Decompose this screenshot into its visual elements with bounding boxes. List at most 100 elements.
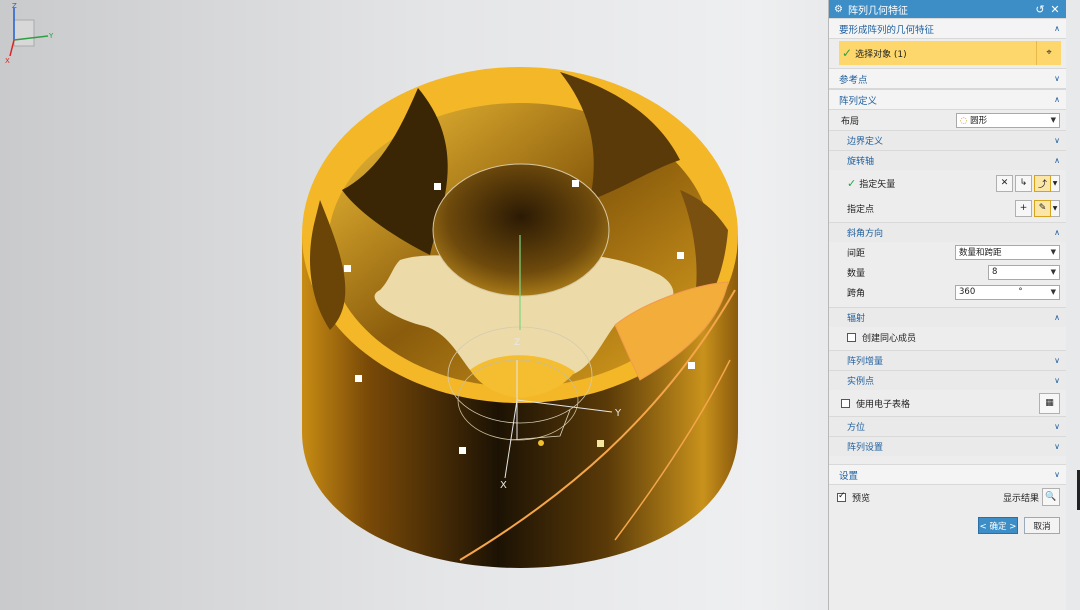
subsection-pattern-settings[interactable]: 阵列设置 ∨ (829, 436, 1066, 456)
span-angle-value: 360 (959, 287, 976, 297)
chevron-up-icon: ∧ (1054, 24, 1060, 33)
cancel-button[interactable]: 取消 (1024, 517, 1060, 534)
subsection-instance-point[interactable]: 实例点 ∨ (829, 370, 1066, 390)
chevron-down-icon: ∨ (1054, 376, 1060, 385)
count-input[interactable]: 8 ▼ (988, 264, 1060, 280)
span-angle-input[interactable]: 360 ° ▼ (955, 284, 1060, 300)
count-label: 数量 (847, 268, 866, 279)
span-angle-unit: ° (1018, 287, 1023, 297)
dialog-buttons: < 确定 > 取消 (829, 509, 1066, 534)
spreadsheet-label: 使用电子表格 (856, 399, 911, 410)
chevron-up-icon: ∧ (1054, 228, 1060, 237)
close-icon[interactable]: ✕ (1049, 3, 1061, 16)
axis-label-x: X (500, 480, 507, 491)
pattern-feature-dialog: ⚙ 阵列几何特征 ↺ ✕ 要形成阵列的几何特征 ∧ ✓ 选择对象 (1) ⌖ 参… (828, 0, 1066, 610)
dialog-titlebar: ⚙ 阵列几何特征 ↺ ✕ (829, 0, 1066, 18)
axis-label-z: Z (514, 338, 520, 348)
section-pattern-definition[interactable]: 阵列定义 ∧ (829, 89, 1066, 110)
subsection-pattern-increment[interactable]: 阵列增量 ∨ (829, 350, 1066, 370)
dropdown-arrow-icon: ▼ (1050, 268, 1056, 276)
section-settings[interactable]: 设置 ∨ (829, 464, 1066, 485)
chevron-down-icon: ∨ (1054, 136, 1060, 145)
check-icon: ✓ (847, 176, 857, 190)
concentric-label: 创建同心成员 (862, 333, 917, 344)
reverse-direction-icon[interactable]: ✕ (996, 174, 1013, 192)
inferred-vector-icon[interactable]: ⤴ (1034, 174, 1051, 192)
chevron-down-icon: ∨ (1054, 442, 1060, 451)
inferred-point-icon[interactable]: ✎ (1034, 199, 1051, 217)
subsection-boundary[interactable]: 边界定义 ∨ (829, 130, 1066, 150)
rotation-axis-label: 旋转轴 (847, 157, 875, 167)
dropdown-arrow-icon: ▼ (1050, 288, 1056, 296)
vector-dialog-icon[interactable]: ↳ (1015, 174, 1032, 192)
chevron-up-icon: ∧ (1054, 313, 1060, 322)
count-value: 8 (992, 267, 998, 277)
spacing-label: 间距 (847, 248, 866, 259)
dropdown-arrow-icon[interactable]: ▼ (1051, 174, 1060, 192)
check-icon: ✓ (842, 46, 853, 60)
pattern-settings-label: 阵列设置 (847, 443, 884, 453)
chevron-down-icon: ∨ (1054, 74, 1060, 83)
section-reference-point[interactable]: 参考点 ∨ (829, 68, 1066, 89)
layout-label: 布局 (841, 116, 860, 127)
subsection-angular-direction[interactable]: 斜角方向 ∧ (829, 222, 1066, 242)
pattern-increment-label: 阵列增量 (847, 357, 884, 367)
section-pattern-definition-label: 阵列定义 (839, 95, 878, 107)
span-angle-label: 跨角 (847, 288, 866, 299)
triad-x-label: X (5, 57, 10, 65)
angular-direction-label: 斜角方向 (847, 229, 884, 239)
radiate-label: 辐射 (847, 314, 866, 324)
dropdown-arrow-icon[interactable]: ▼ (1051, 199, 1060, 217)
graphics-viewport[interactable]: Z Y X Z Y X (0, 0, 828, 610)
count-row: 数量 8 ▼ (829, 262, 1066, 282)
ok-button[interactable]: < 确定 > (978, 517, 1018, 534)
select-object-row[interactable]: ✓ 选择对象 (1) ⌖ (839, 41, 1061, 65)
dropdown-arrow-icon: ▼ (1050, 116, 1056, 124)
preview-checkbox[interactable] (837, 491, 846, 502)
magnifier-icon[interactable]: 🔍 (1042, 488, 1060, 506)
triad-y-label: Y (48, 32, 54, 40)
chevron-up-icon: ∧ (1054, 156, 1060, 165)
dropdown-arrow-icon: ▼ (1050, 248, 1056, 256)
crosshair-icon[interactable]: ⌖ (1036, 41, 1061, 65)
spreadsheet-icon[interactable]: ▦ (1039, 392, 1060, 414)
specify-point-label: 指定点 (847, 204, 875, 215)
spacing-value: 数量和跨距 (959, 248, 1002, 258)
section-features-label: 要形成阵列的几何特征 (839, 24, 935, 36)
specify-point-row: 指定点 + ✎ ▼ (829, 196, 1066, 220)
triad-z-label: Z (12, 2, 17, 10)
subsection-rotation-axis[interactable]: 旋转轴 ∧ (829, 150, 1066, 170)
subsection-orientation[interactable]: 方位 ∨ (829, 416, 1066, 436)
reset-icon[interactable]: ↺ (1034, 3, 1046, 16)
section-reference-point-label: 参考点 (839, 74, 868, 86)
gear-icon: ⚙ (834, 3, 843, 15)
chevron-down-icon: ∨ (1054, 422, 1060, 431)
layout-dropdown[interactable]: ◌ 圆形 ▼ (956, 112, 1060, 128)
circle-layout-icon: ◌ (960, 116, 968, 126)
spreadsheet-row: 使用电子表格 ▦ (829, 390, 1066, 416)
span-angle-row: 跨角 360 ° ▼ (829, 282, 1066, 302)
view-triad[interactable]: Z Y X (0, 0, 60, 65)
right-resource-strip (1066, 0, 1080, 610)
dialog-title: 阵列几何特征 (847, 5, 908, 17)
section-features[interactable]: 要形成阵列的几何特征 ∧ (829, 18, 1066, 39)
3d-part-render[interactable]: Z Y X (0, 0, 828, 610)
spacing-row: 间距 数量和跨距 ▼ (829, 242, 1066, 262)
section-settings-label: 设置 (839, 470, 859, 482)
boundary-label: 边界定义 (847, 137, 884, 147)
specify-vector-row: ✓ 指定矢量 ✕ ↳ ⤴ ▼ (829, 170, 1066, 196)
orientation-label: 方位 (847, 423, 866, 433)
specify-vector-label: 指定矢量 (859, 179, 896, 190)
subsection-radiate[interactable]: 辐射 ∧ (829, 307, 1066, 327)
chevron-down-icon: ∨ (1054, 470, 1060, 479)
concentric-checkbox[interactable] (847, 332, 856, 342)
concentric-row: 创建同心成员 (829, 327, 1066, 347)
point-dialog-icon[interactable]: + (1015, 199, 1032, 217)
instance-point-label: 实例点 (847, 377, 875, 387)
chevron-up-icon: ∧ (1054, 95, 1060, 104)
select-object-label: 选择对象 (1) (855, 49, 907, 60)
preview-row: 预览 显示结果 🔍 (829, 485, 1066, 509)
spreadsheet-checkbox[interactable] (841, 398, 850, 408)
axis-label-y: Y (614, 408, 622, 419)
spacing-dropdown[interactable]: 数量和跨距 ▼ (955, 244, 1060, 260)
